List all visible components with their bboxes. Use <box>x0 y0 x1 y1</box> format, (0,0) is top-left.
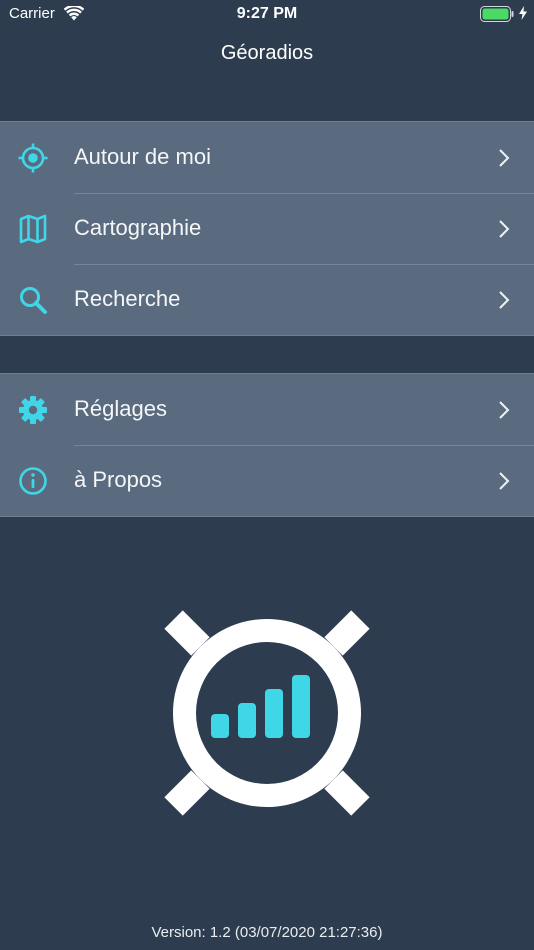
menu-item-recherche[interactable]: Recherche <box>0 264 534 335</box>
status-bar: Carrier 9:27 PM <box>0 0 534 28</box>
menu-item-label: Recherche <box>74 286 181 311</box>
charging-bolt-icon <box>519 6 527 25</box>
menu-item-cartographie[interactable]: Cartographie <box>0 193 534 264</box>
menu-item-a-propos[interactable]: à Propos <box>0 445 534 516</box>
chevron-right-icon <box>498 148 510 168</box>
location-target-icon <box>17 143 49 173</box>
battery-charging-icon <box>480 6 514 27</box>
map-icon <box>17 214 49 244</box>
menu-item-reglages[interactable]: Réglages <box>0 374 534 445</box>
menu-item-autour-de-moi[interactable]: Autour de moi <box>0 122 534 193</box>
menu-item-label: à Propos <box>74 467 163 492</box>
app-screen: Carrier 9:27 PM Géoradios Autour de moi … <box>0 0 534 950</box>
status-time: 9:27 PM <box>236 5 298 22</box>
page-title: Géoradios <box>220 42 314 64</box>
version-label: Version: 1.2 (03/07/2020 21:27:36) <box>151 924 383 941</box>
search-icon <box>17 285 49 315</box>
chevron-right-icon <box>498 290 510 310</box>
menu-item-label: Cartographie <box>74 215 202 240</box>
app-logo <box>160 606 374 820</box>
info-icon <box>17 466 49 496</box>
menu-item-label: Autour de moi <box>74 144 211 169</box>
chevron-right-icon <box>498 219 510 239</box>
chevron-right-icon <box>498 400 510 420</box>
menu-group-main: Autour de moi Cartographie Recherche <box>0 121 534 336</box>
gear-icon <box>17 395 49 425</box>
menu-group-secondary: Réglages à Propos <box>0 373 534 517</box>
chevron-right-icon <box>498 471 510 491</box>
menu-item-label: Réglages <box>74 396 167 421</box>
